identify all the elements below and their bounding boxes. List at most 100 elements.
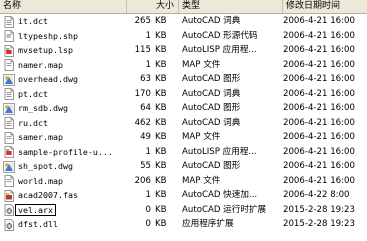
file-size: 1 [145,190,151,200]
file-size: 1 [145,146,151,157]
file-type: MAP 文件 [182,59,221,70]
file-rows: it.dct 265 KB AutoCAD 词典 2006-4-21 16:00 ltyp… [0,14,367,232]
file-size-unit: KB [155,161,167,171]
column-header-size[interactable]: 大小 [127,0,179,13]
file-size-unit: KB [155,88,167,99]
file-row[interactable]: rm_sdb.dwg 64 KB AutoCAD 图形 2006-4-21 16:00 [0,101,367,116]
file-size: 1 [145,30,151,41]
file-name: mvsetup.lsp [18,45,73,55]
file-modified-date: 2015-2-28 19:23 [283,219,355,229]
file-name-cell: it.dct [0,14,127,29]
file-name: samer.map [18,132,63,142]
file-list-view[interactable]: 名称 大小 类型 修改日期时间 it.dct 265 KB AutoCAD 词典 200… [0,0,367,241]
file-row[interactable]: ltypeshp.shp 1 KB AutoCAD 形源代码 2006-4-21 16:… [0,29,367,44]
file-modified-date: 2006-4-21 16:00 [283,88,355,99]
file-size-unit: KB [155,175,167,186]
file-type: MAP 文件 [182,175,221,186]
file-size: 206 [134,175,151,186]
file-size: 115 [134,45,151,55]
file-size-unit: KB [155,219,167,229]
file-name: dfst.dll [18,219,58,229]
file-row[interactable]: overhead.dwg 63 KB AutoCAD 图形 2006-4-21 16:0… [0,72,367,87]
file-name-cell: ltypeshp.shp [0,29,127,44]
file-type: AutoCAD 形源代码 [182,30,258,41]
file-row[interactable]: pt.dct 170 KB AutoCAD 词典 2006-4-21 16:00 [0,87,367,102]
file-name: world.map [18,175,63,186]
file-modified-date: 2006-4-21 16:00 [283,74,355,84]
file-row[interactable]: samer.map 49 KB MAP 文件 2006-4-21 16:00 [0,130,367,145]
file-name: sample-profile-u... [18,146,113,157]
file-type: AutoCAD 图形 [182,161,241,171]
file-name-cell: sample-profile-u... [0,145,127,160]
file-type: AutoLISP 应用程... [182,146,257,157]
column-header-bar: 名称 大小 类型 修改日期时间 [0,0,367,14]
file-name: sh_spot.dwg [18,161,73,171]
file-size-unit: KB [155,74,167,84]
file-row[interactable]: mvsetup.lsp 115 KB AutoLISP 应用程... 2006-4-21… [0,43,367,58]
file-name: namer.map [18,59,63,70]
file-row[interactable]: vel.arx 0 KB AutoCAD 运行时扩展 2015-2-28 19:23 [0,203,367,218]
file-modified-date: 2006-4-21 16:00 [283,175,355,186]
file-name: ltypeshp.shp [18,30,78,41]
file-size: 63 [140,74,151,84]
file-row[interactable]: namer.map 1 KB MAP 文件 2006-4-21 16:00 [0,58,367,73]
file-size: 49 [140,132,151,142]
file-size-unit: KB [155,117,167,128]
file-size-unit: KB [155,45,167,55]
column-header-type-label: 类型 [182,1,201,11]
file-name-cell: vel.arx [0,203,127,218]
file-name-cell: rm_sdb.dwg [0,101,127,116]
file-row[interactable]: world.map 206 KB MAP 文件 2006-4-21 16:00 [0,174,367,189]
file-name: it.dct [18,16,48,26]
file-type: 应用程序扩展 [182,219,234,229]
file-size: 170 [134,88,151,99]
file-name-cell: sh_spot.dwg [0,159,127,174]
file-type: MAP 文件 [182,132,221,142]
file-type: AutoCAD 运行时扩展 [182,204,267,215]
file-name-cell: namer.map [0,58,127,73]
file-name: acad2007.fas [18,190,78,200]
file-row[interactable]: acad2007.fas 1 KB AutoCAD 快速加... 2006-4-22 8… [0,188,367,203]
file-modified-date: 2006-4-21 16:00 [283,59,355,70]
file-name: rm_sdb.dwg [18,103,68,113]
file-size: 0 [145,204,151,215]
column-header-type[interactable]: 类型 [179,0,283,13]
file-row[interactable]: sample-profile-u... 1 KB AutoLISP 应用程... 200… [0,145,367,160]
column-header-modified[interactable]: 修改日期时间 [283,0,367,13]
file-size: 462 [134,117,151,128]
column-header-name[interactable]: 名称 [0,0,127,13]
file-modified-date: 2006-4-21 16:00 [283,30,355,41]
file-size: 265 [134,16,151,26]
file-name-cell: acad2007.fas [0,188,127,203]
file-type: AutoCAD 词典 [182,117,241,128]
file-name-rename-field[interactable]: vel.arx [15,203,56,216]
file-size-unit: KB [155,190,167,200]
file-name-cell: overhead.dwg [0,72,127,87]
file-type: AutoCAD 快速加... [182,190,258,200]
file-size: 64 [140,103,151,113]
file-type: AutoCAD 图形 [182,74,241,84]
file-row[interactable]: sh_spot.dwg 55 KB AutoCAD 图形 2006-4-21 16:00 [0,159,367,174]
file-name-cell: samer.map [0,130,127,145]
file-row[interactable]: it.dct 265 KB AutoCAD 词典 2006-4-21 16:00 [0,14,367,29]
file-type: AutoCAD 图形 [182,103,241,113]
file-modified-date: 2006-4-21 16:00 [283,45,355,55]
file-size-unit: KB [155,16,167,26]
file-type: AutoLISP 应用程... [182,45,257,55]
file-size: 55 [140,161,151,171]
file-modified-date: 2006-4-21 16:00 [283,146,355,157]
file-size: 1 [145,59,151,70]
file-modified-date: 2006-4-21 16:00 [283,132,355,142]
file-name-cell: world.map [0,174,127,189]
file-size-unit: KB [155,204,167,215]
file-row[interactable]: ru.dct 462 KB AutoCAD 词典 2006-4-21 16:00 [0,116,367,131]
file-type: AutoCAD 词典 [182,88,241,99]
file-size-unit: KB [155,146,167,157]
file-modified-date: 2006-4-22 8:00 [283,190,350,200]
file-name: pt.dct [18,88,48,99]
file-name-cell: mvsetup.lsp [0,43,127,58]
file-name: ru.dct [18,117,48,128]
file-name-cell: dfst.dll [0,217,127,232]
file-size-unit: KB [155,30,167,41]
file-row[interactable]: dfst.dll 0 KB 应用程序扩展 2015-2-28 19:23 [0,217,367,232]
